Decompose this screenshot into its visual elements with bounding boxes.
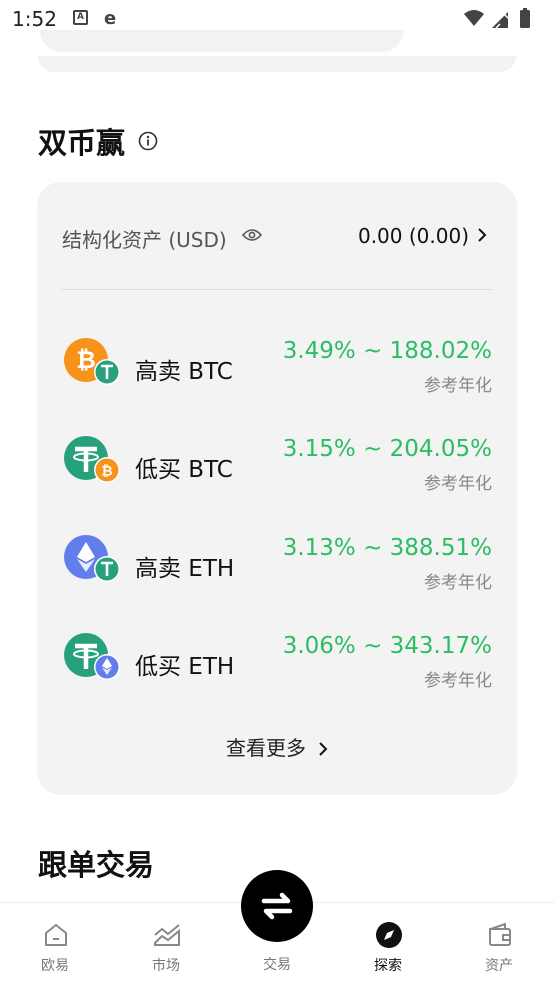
chevron-right-icon [319,742,328,756]
copy-trading-title: 跟单交易 [38,848,155,882]
tab-assets[interactable]: 资产 [444,903,554,984]
product-name: 高卖 BTC [135,359,233,385]
product-name: 高卖 ETH [135,556,235,582]
product-rate: 3.13% ~ 388.51% [282,535,492,561]
product-row-sell-high-eth[interactable]: 高卖 ETH 3.13% ~ 388.51% 参考年化 [37,535,517,605]
previous-card-bottom [40,30,404,52]
wallet-icon [489,922,511,946]
svg-text:₿: ₿ [101,464,112,480]
tab-explore[interactable]: 探索 [333,903,443,984]
status-time: 1:52 [12,7,57,31]
product-rate: 3.15% ~ 204.05% [282,436,492,462]
product-rate: 3.49% ~ 188.02% [282,338,492,364]
product-row-buy-low-btc[interactable]: ₿ 低买 BTC 3.15% ~ 204.05% 参考年化 [37,436,517,506]
tab-label: 资产 [485,958,513,974]
browser-notification-icon: e [104,8,117,29]
dual-currency-title: 双币赢 [38,126,126,160]
swap-icon [261,892,293,920]
tab-home[interactable]: 欧易 [0,903,110,984]
usdt-btc-coin-pair-icon: ₿ [64,436,120,483]
signal-battery-icons [464,8,530,29]
see-more-link[interactable]: 查看更多 [37,732,517,761]
product-row-buy-low-eth[interactable]: 低买 ETH 3.06% ~ 343.17% 参考年化 [37,633,517,703]
compass-icon [376,922,402,948]
product-row-sell-high-btc[interactable]: ₿ 高卖 BTC 3.49% ~ 188.02% 参考年化 [37,338,517,408]
structured-assets-label: 结构化资产 (USD) [62,228,227,252]
info-icon[interactable] [138,131,158,151]
product-rate-caption: 参考年化 [424,474,492,494]
usdt-eth-coin-pair-icon [64,633,120,680]
divider [61,289,493,290]
structured-assets-value[interactable]: 0.00 (0.00) [358,224,469,248]
home-icon [45,924,67,946]
product-rate-caption: 参考年化 [424,573,492,593]
product-name: 低买 ETH [135,654,235,680]
eye-icon[interactable] [242,227,262,243]
app-notification-icon: A [73,10,88,25]
market-chart-icon [154,924,180,946]
product-rate-caption: 参考年化 [424,671,492,691]
btc-usdt-coin-pair-icon: ₿ [64,338,120,385]
previous-card-bottom-outer [38,56,516,72]
tab-label: 探索 [374,958,402,974]
svg-text:₿: ₿ [76,346,96,374]
product-name: 低买 BTC [135,457,233,483]
product-rate: 3.06% ~ 343.17% [282,633,492,659]
tab-label: 欧易 [41,958,69,974]
eth-usdt-coin-pair-icon [64,535,120,582]
chevron-right-icon[interactable] [477,228,487,242]
tab-trade-label[interactable]: 交易 [222,954,332,974]
dual-currency-card: 结构化资产 (USD) 0.00 (0.00) ₿ 高卖 BTC 3.49% ~… [37,182,517,795]
tab-market[interactable]: 市场 [111,903,221,984]
trade-fab-button[interactable] [241,870,313,942]
see-more-label: 查看更多 [226,736,306,760]
tab-label: 市场 [152,958,180,974]
product-rate-caption: 参考年化 [424,376,492,396]
